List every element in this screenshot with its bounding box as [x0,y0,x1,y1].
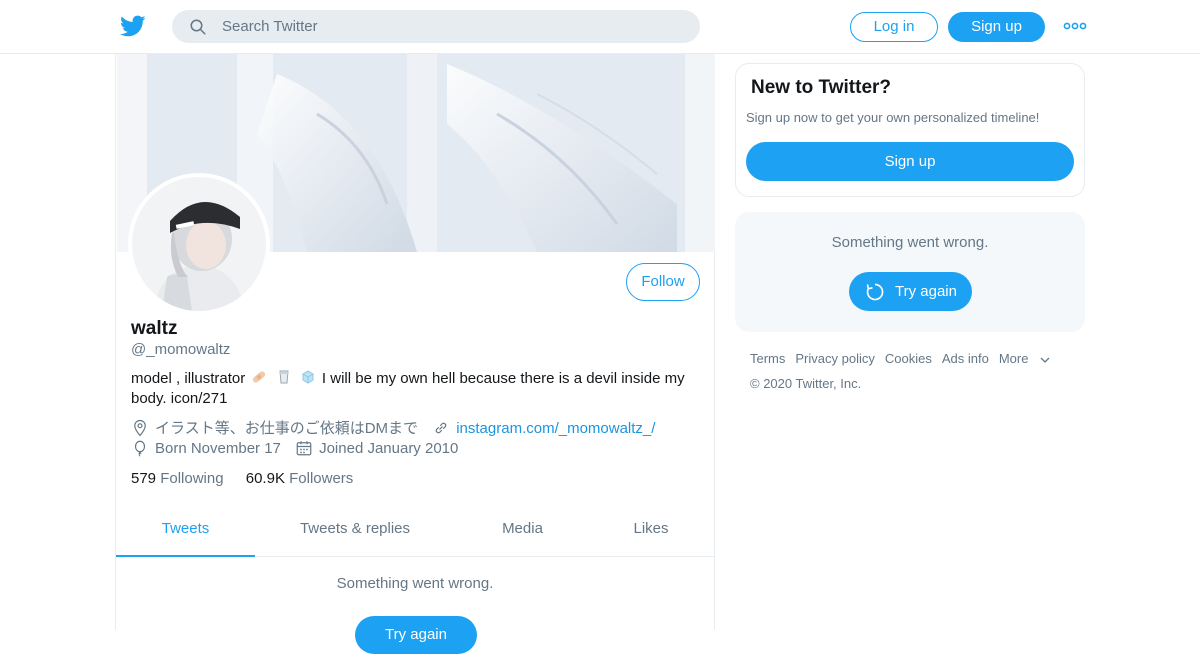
search-box[interactable]: Search Twitter [172,10,700,43]
new-to-twitter-subtitle: Sign up now to get your own personalized… [746,110,1040,125]
footer-link-cookies[interactable]: Cookies [885,351,932,366]
calendar-icon [296,441,312,456]
sidebar-error-message: Something went wrong. [831,234,989,251]
following-label: Following [160,470,224,487]
tab-likes[interactable]: Likes [590,506,712,557]
following-link[interactable]: 579 Following [131,470,224,487]
ice-cube-emoji-icon [302,370,314,384]
bandage-emoji-icon [253,371,266,383]
profile-name: waltz [131,318,178,339]
sidebar-error-card: Something went wrong. Try again [735,212,1085,332]
top-navigation-bar: Search Twitter Log in Sign up [0,0,1200,54]
profile-joined-date: Joined January 2010 [319,440,459,457]
footer-more-label: More [998,351,1029,366]
copyright-text: © 2020 Twitter, Inc. [750,376,862,391]
profile-meta-line-1: イラスト等、お仕事のご依頼はDMまで instagram.com/_momowa… [131,417,655,438]
profile-column: Follow waltz @_momowaltz model , illustr… [115,54,715,654]
follow-button[interactable]: Follow [626,263,700,301]
profile-bio: model , illustrator I will be my own hel… [131,369,706,409]
profile-website-link[interactable]: instagram.com/_momowaltz_/ [456,420,655,437]
location-pin-icon [134,419,146,437]
profile-meta-line-2: Born November 17 Joined January 2010 [131,439,458,457]
login-button[interactable]: Log in [850,12,938,42]
profile-birthday: Born November 17 [155,440,281,457]
search-icon [190,19,206,35]
following-count: 579 [131,470,157,487]
timeline-retry-label: Try again [385,626,447,643]
tab-tweets-and-replies[interactable]: Tweets & replies [255,506,455,557]
timeline-retry-button[interactable]: Try again [355,616,477,654]
profile-location: イラスト等、お仕事のご依頼はDMまで [155,420,419,437]
footer-links: Terms Privacy policy Cookies Ads info More [750,351,1050,366]
search-input[interactable]: Search Twitter [222,18,318,35]
bio-text-start: model , illustrator [131,370,246,387]
sidebar-retry-label: Try again [895,283,957,300]
chevron-down-icon [1040,357,1050,363]
profile-avatar[interactable] [128,173,270,315]
footer-link-terms[interactable]: Terms [750,351,785,366]
timeline-error-message: Something went wrong. [336,575,494,592]
refresh-icon [866,283,884,301]
new-to-twitter-title: New to Twitter? [751,77,892,98]
footer-link-ads-info[interactable]: Ads info [942,351,989,366]
tab-tweets[interactable]: Tweets [116,506,255,557]
followers-link[interactable]: 60.9K Followers [246,470,354,487]
twitter-bird-icon[interactable] [119,13,147,39]
profile-tabs: Tweets Tweets & replies Media Likes [116,506,714,557]
sidebar-retry-button[interactable]: Try again [849,272,972,311]
tab-media[interactable]: Media [455,506,590,557]
footer-link-more[interactable]: More [999,351,1051,366]
followers-count: 60.9K [245,470,285,487]
footer-link-privacy[interactable]: Privacy policy [795,351,874,366]
followers-label: Followers [289,470,354,487]
new-to-twitter-card: New to Twitter? Sign up now to get your … [735,63,1085,197]
signup-button[interactable]: Sign up [948,12,1045,42]
profile-stats: 579 Following 60.9K Followers [131,470,353,487]
more-dots-icon[interactable] [1063,19,1087,33]
sidebar-signup-button[interactable]: Sign up [746,142,1074,181]
link-icon [435,422,447,434]
cup-emoji-icon [279,370,289,384]
profile-handle: @_momowaltz [131,341,231,358]
balloon-icon [134,440,146,457]
